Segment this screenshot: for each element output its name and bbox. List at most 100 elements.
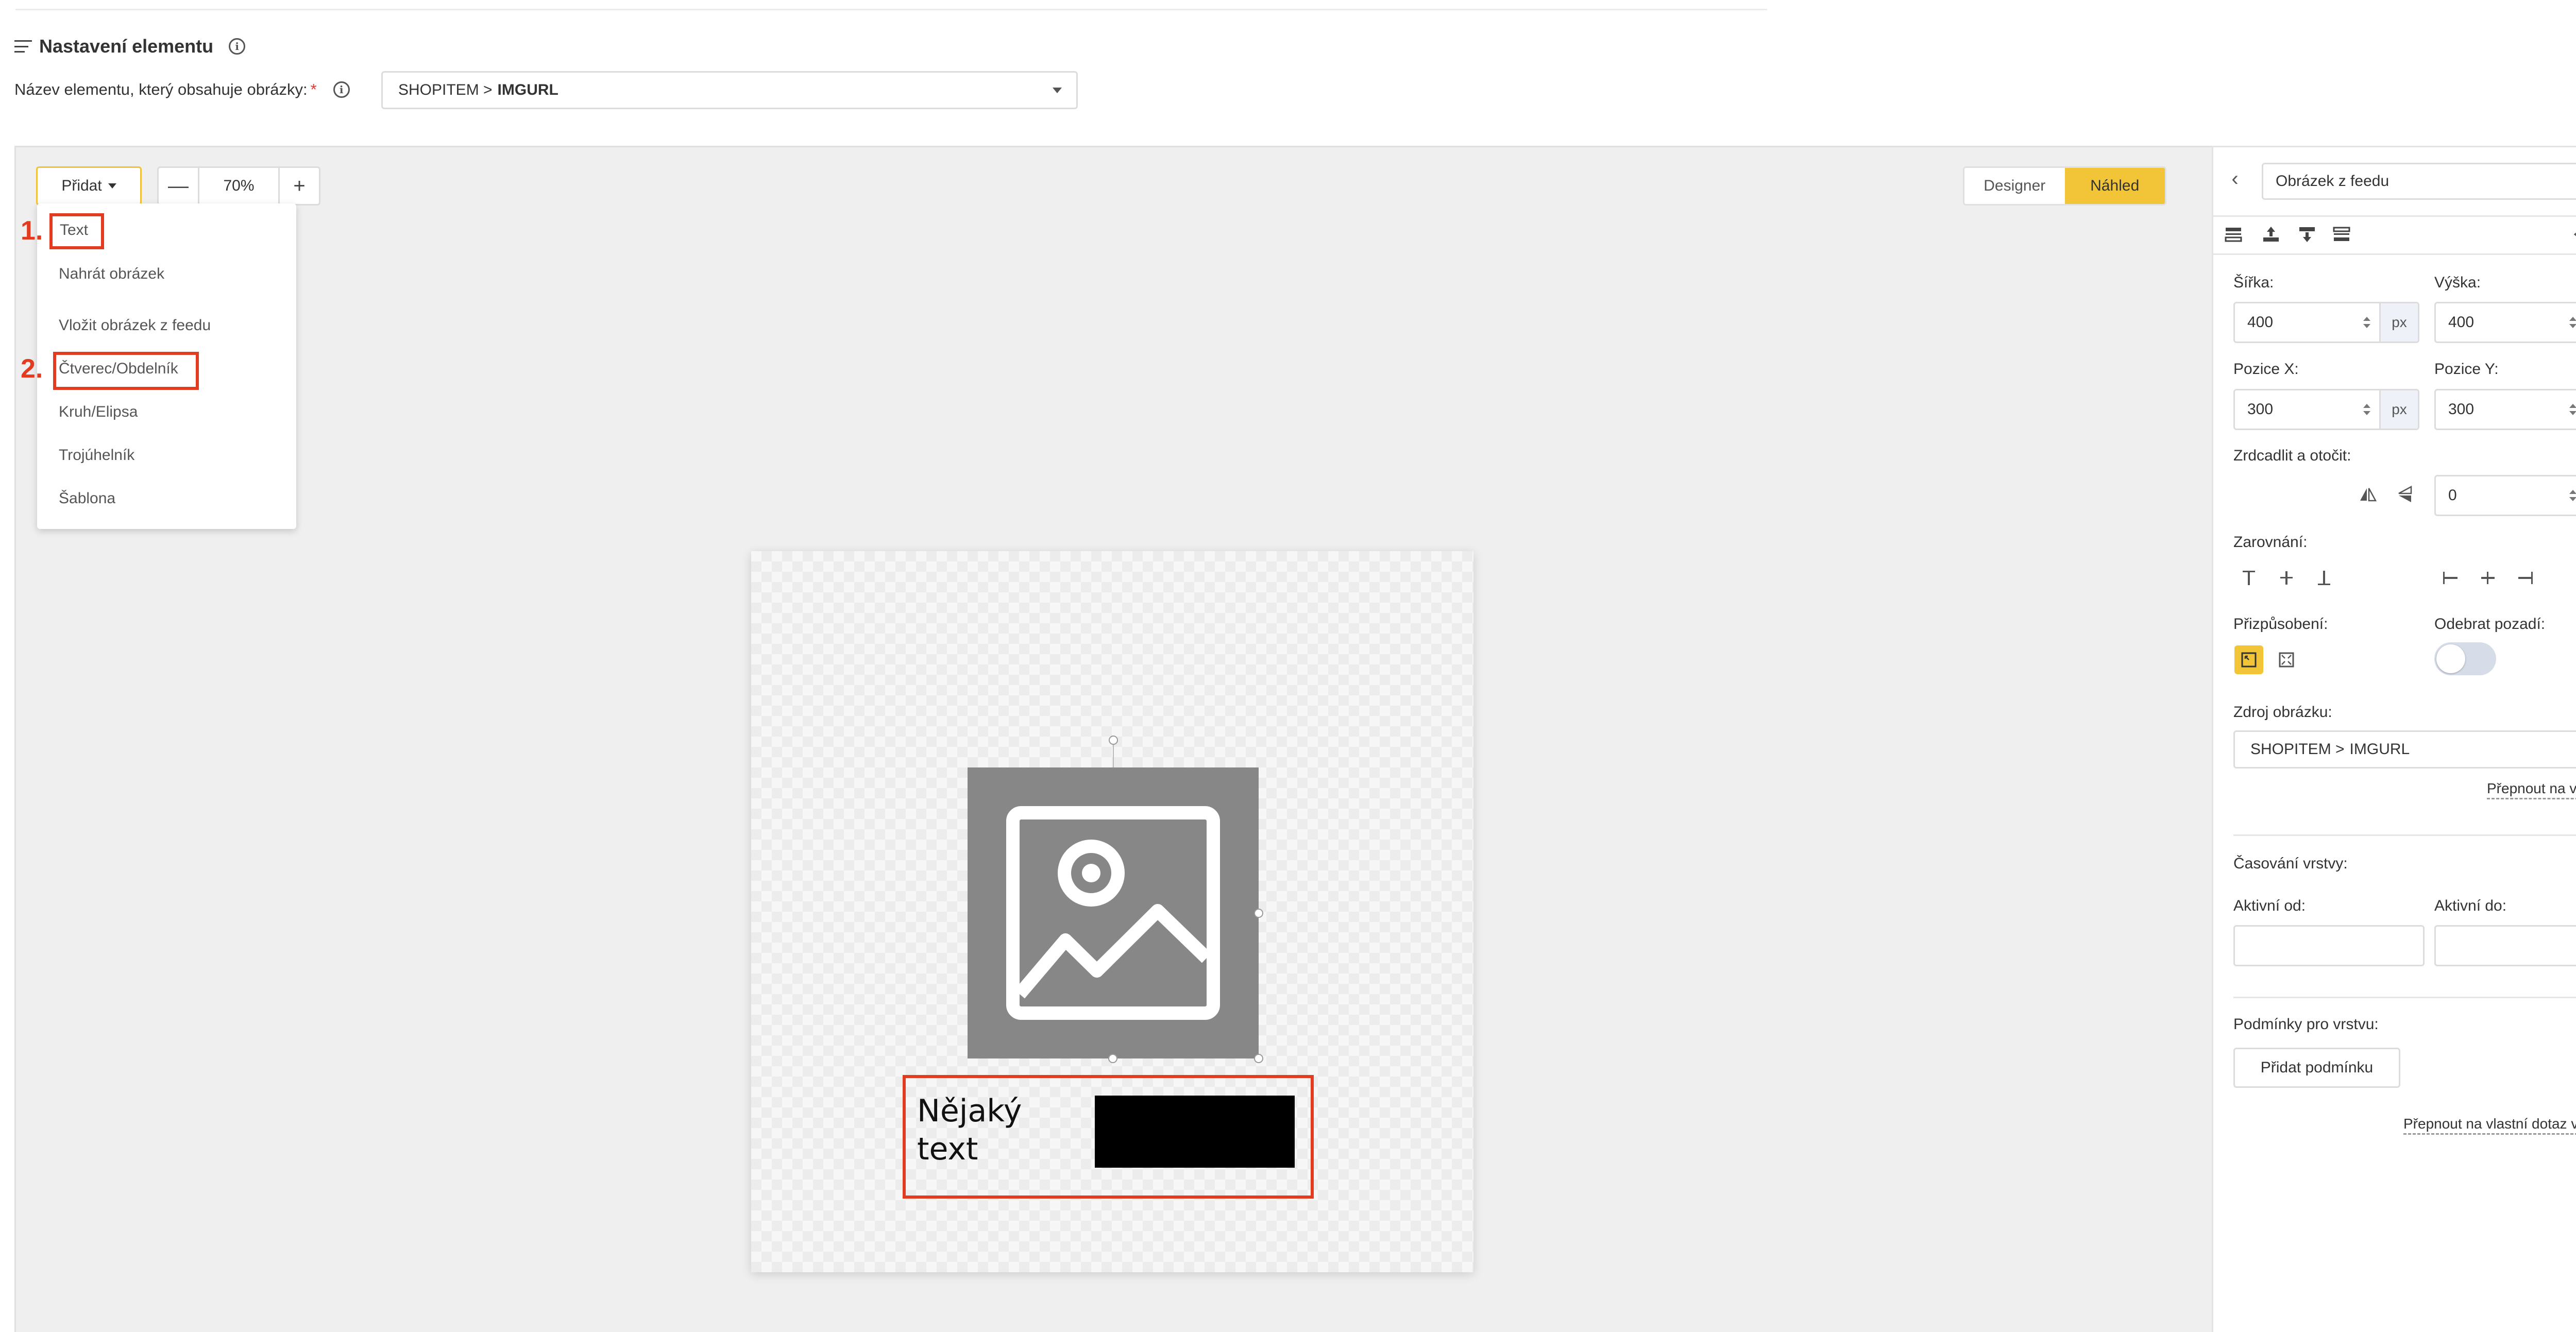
mirror-label: Zrdcadlit a otočit: [2233, 447, 2351, 464]
align-label: Zarovnání: [2233, 534, 2308, 551]
panel-divider [2233, 997, 2576, 998]
zoom-value: 70% [198, 168, 280, 204]
align-left-icon[interactable] [2441, 569, 2460, 587]
flip-horizontal-icon[interactable] [2359, 485, 2377, 504]
eye-icon[interactable] [2573, 225, 2576, 244]
highlight-box [53, 352, 199, 390]
feed-image-element[interactable] [968, 767, 1259, 1058]
chevron-down-icon [1053, 88, 1062, 93]
zoom-in-button[interactable]: + [280, 168, 319, 204]
pos-x-label: Pozice X: [2233, 361, 2299, 378]
width-unit: px [2379, 303, 2418, 341]
add-button[interactable]: Přidat [36, 166, 142, 206]
active-to-input[interactable] [2434, 925, 2576, 966]
element-name-input[interactable]: Obrázek z feedu [2262, 163, 2576, 200]
fit-contain-button[interactable] [2234, 645, 2263, 674]
preview-tab[interactable]: Náhled [2064, 168, 2165, 204]
layer-bottom-icon[interactable] [2332, 225, 2351, 244]
fit-contain-icon [2241, 652, 2257, 668]
resize-handle-right[interactable] [1254, 909, 1263, 918]
rotate-handle-stem [1113, 744, 1114, 767]
timing-title: Časování vrstvy: [2233, 855, 2348, 872]
remove-background-toggle[interactable] [2434, 642, 2496, 675]
active-from-label: Aktivní od: [2233, 897, 2306, 914]
step-marker: 2. [21, 354, 43, 384]
menu-item-template[interactable]: Šablona [59, 488, 115, 509]
image-element-source: SHOPITEM > [398, 81, 493, 98]
resize-handle-bottom[interactable] [1108, 1054, 1117, 1063]
highlight-box [903, 1075, 1314, 1199]
switch-own-link[interactable]: Přepnout na vlastní [2487, 780, 2576, 799]
align-right-icon[interactable] [2516, 569, 2535, 587]
width-label: Šířka: [2233, 274, 2274, 291]
fit-cover-button[interactable] [2272, 645, 2301, 674]
menu-item-ellipse[interactable]: Kruh/Elipsa [59, 402, 138, 422]
width-input[interactable]: 400 px [2233, 302, 2419, 343]
pos-x-value: 300 [2247, 401, 2274, 418]
align-top-icon[interactable] [2240, 569, 2258, 587]
designer-tab[interactable]: Designer [1964, 168, 2065, 204]
add-button-label: Přidat [61, 177, 102, 194]
conditions-title: Podmínky pro vrstvu: [2233, 1016, 2379, 1033]
menu-item-triangle[interactable]: Trojúhelník [59, 445, 134, 466]
align-center-icon[interactable] [2479, 569, 2497, 587]
rotate-value: 0 [2448, 487, 2457, 504]
step-marker: 1. [21, 216, 43, 246]
stepper-icon[interactable] [2568, 490, 2576, 501]
fql-query-link[interactable]: Přepnout na vlastní dotaz v FQL [2403, 1116, 2576, 1135]
align-middle-icon[interactable] [2277, 569, 2296, 587]
layer-down-icon[interactable] [2298, 225, 2316, 244]
zoom-out-button[interactable]: — [159, 168, 198, 204]
panel-divider [2213, 253, 2576, 255]
highlight-box [49, 213, 104, 249]
layer-top-icon[interactable] [2224, 225, 2243, 244]
info-icon[interactable]: i [333, 81, 350, 98]
zoom-control: — 70% + [157, 166, 320, 206]
toggle-knob [2436, 644, 2465, 673]
image-element-label: Název elementu, který obsahuje obrázky: … [14, 77, 350, 102]
menu-item-upload-image[interactable]: Nahrát obrázek [59, 264, 164, 284]
add-condition-button[interactable]: Přidat podmínku [2233, 1048, 2400, 1088]
menu-item-feed-image[interactable]: Vložit obrázek z feedu [59, 315, 211, 336]
panel-divider [2213, 215, 2576, 217]
pos-y-label: Pozice Y: [2434, 361, 2499, 378]
stepper-icon[interactable] [2362, 317, 2372, 328]
flip-vertical-icon[interactable] [2396, 485, 2414, 504]
chevron-down-icon [108, 183, 116, 189]
section-title: Nastavení elementu i [14, 32, 246, 61]
rotate-handle[interactable] [1109, 736, 1118, 745]
image-element-select[interactable]: SHOPITEM > IMGURL [381, 71, 1078, 109]
image-icon [1006, 806, 1220, 1020]
source-label: Zdroj obrázku: [2233, 704, 2332, 721]
rotate-input[interactable]: 0 ° [2434, 475, 2576, 516]
top-divider [15, 9, 1767, 10]
height-value: 400 [2448, 314, 2475, 331]
required-mark: * [310, 80, 317, 98]
info-icon[interactable]: i [229, 38, 246, 55]
image-source-select[interactable]: SHOPITEM > IMGURL [2233, 730, 2576, 769]
pos-y-input[interactable]: 300 px [2434, 389, 2576, 430]
remove-bg-label: Odebrat pozadí: [2434, 616, 2546, 633]
pos-x-input[interactable]: 300 px [2233, 389, 2419, 430]
pos-y-value: 300 [2448, 401, 2475, 418]
section-lines-icon [14, 40, 32, 53]
align-bottom-icon[interactable] [2315, 569, 2333, 587]
stepper-icon[interactable] [2362, 404, 2372, 415]
image-element-field: IMGURL [497, 81, 558, 98]
stepper-icon[interactable] [2568, 317, 2576, 328]
fit-label: Přizpůsobení: [2233, 616, 2328, 633]
height-input[interactable]: 400 px [2434, 302, 2576, 343]
height-label: Výška: [2434, 274, 2481, 291]
resize-handle-corner[interactable] [1254, 1054, 1263, 1063]
width-value: 400 [2247, 314, 2274, 331]
pos-x-unit: px [2379, 390, 2418, 429]
panel-divider [2233, 834, 2576, 836]
stepper-icon[interactable] [2568, 404, 2576, 415]
active-from-input[interactable] [2233, 925, 2425, 966]
back-icon[interactable]: ‹ [2225, 166, 2245, 192]
section-title-text: Nastavení elementu [39, 36, 214, 57]
image-source-prefix: SHOPITEM > [2250, 741, 2345, 758]
layer-up-icon[interactable] [2262, 225, 2280, 244]
image-element-label-text: Název elementu, který obsahuje obrázky: [14, 80, 308, 98]
active-to-label: Aktivní do: [2434, 897, 2507, 914]
